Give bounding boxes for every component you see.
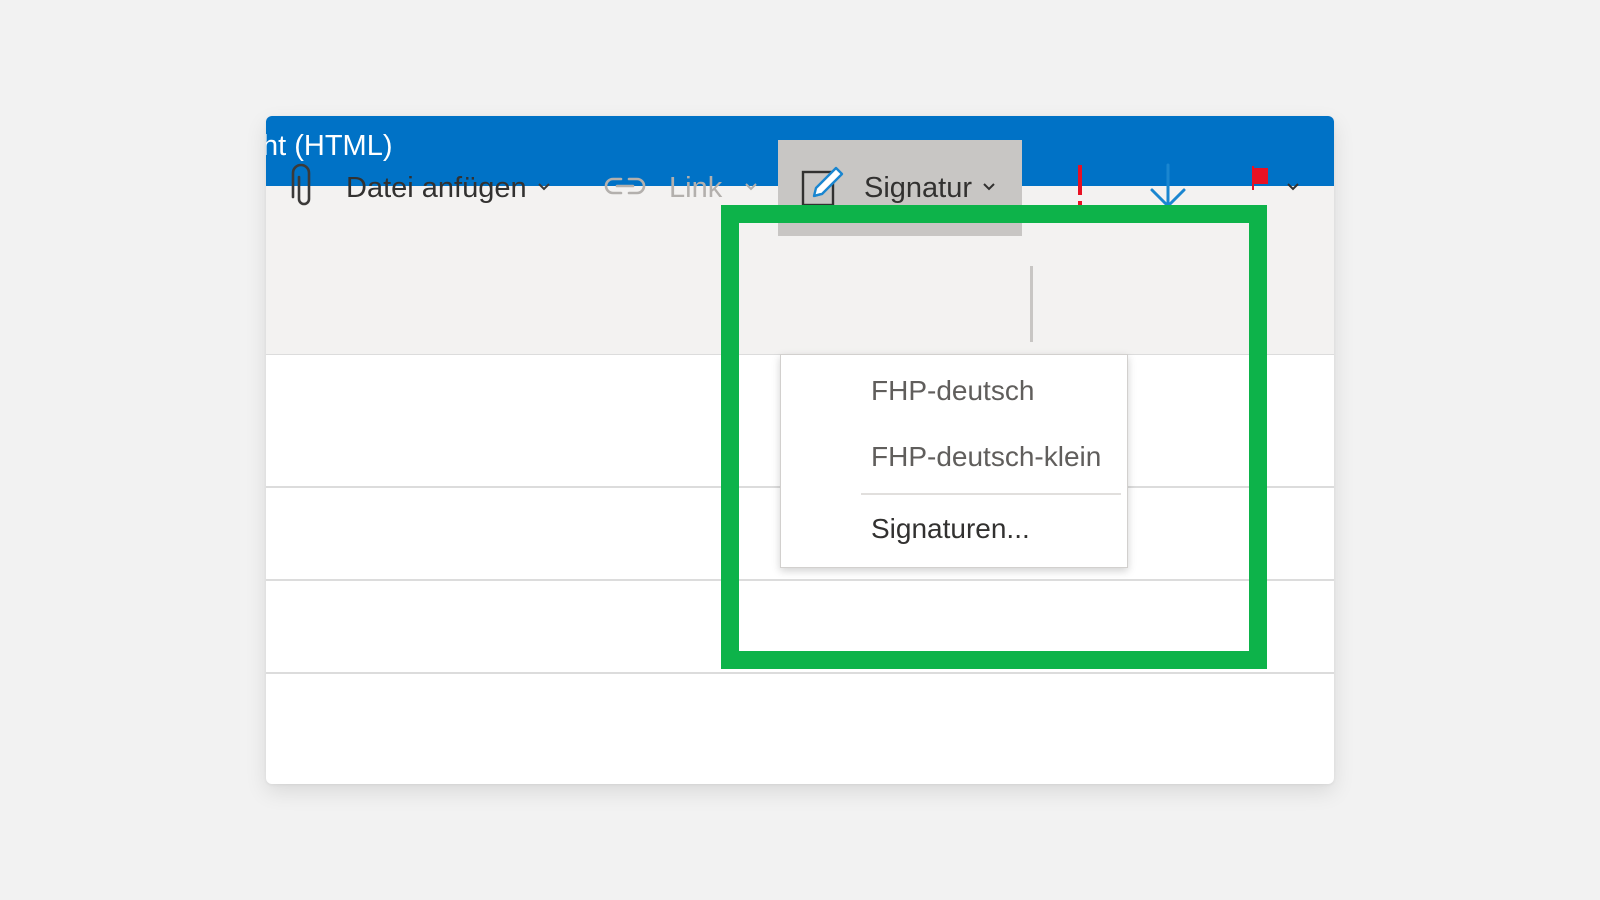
high-importance-button[interactable] xyxy=(1072,142,1088,234)
link-button[interactable]: Link xyxy=(603,142,758,234)
manage-signatures-item[interactable]: Signaturen... xyxy=(871,511,1030,547)
subject-divider xyxy=(266,672,1334,674)
signature-menu-item[interactable]: FHP-deutsch-klein xyxy=(871,439,1101,475)
follow-up-flag-button[interactable] xyxy=(1250,142,1300,234)
chevron-down-icon xyxy=(1286,179,1300,197)
attach-file-button[interactable]: Datei anfügen xyxy=(290,142,551,234)
flag-icon xyxy=(1250,164,1272,197)
cc-divider xyxy=(266,579,1334,581)
signature-label: Signatur xyxy=(864,171,973,204)
attach-file-label: Datei anfügen xyxy=(346,171,527,204)
arrow-down-icon xyxy=(1148,162,1188,215)
signature-menu-item[interactable]: FHP-deutsch xyxy=(871,373,1034,409)
link-icon xyxy=(603,172,647,205)
menu-divider xyxy=(861,493,1121,495)
stage: ht (HTML) Datei anfügen Link Signatur FH… xyxy=(0,0,1600,900)
chevron-down-icon xyxy=(982,179,996,197)
low-importance-button[interactable] xyxy=(1148,142,1188,234)
chevron-down-icon xyxy=(537,179,551,197)
chevron-down-icon xyxy=(744,179,758,197)
signature-pen-icon xyxy=(800,164,844,213)
signature-dropdown-menu: FHP-deutsch FHP-deutsch-klein Signaturen… xyxy=(780,354,1128,568)
signature-button[interactable]: Signatur xyxy=(778,140,1022,236)
toolbar-separator xyxy=(1030,266,1033,342)
paperclip-icon xyxy=(290,163,318,214)
exclamation-icon xyxy=(1072,163,1088,214)
link-label: Link xyxy=(669,171,723,204)
